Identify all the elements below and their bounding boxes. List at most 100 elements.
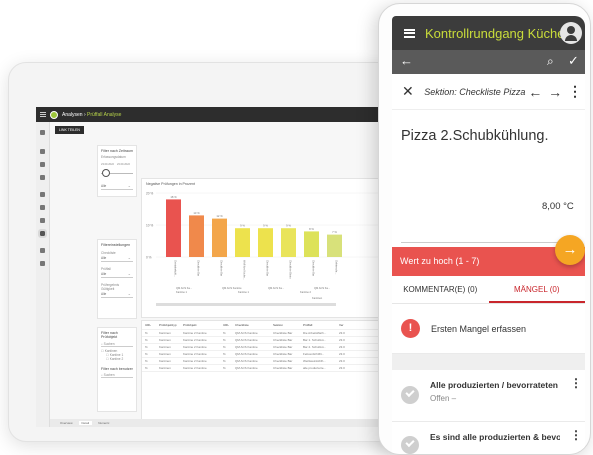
table-cell: % xyxy=(145,366,148,370)
table-cell: QM ACS Kantine xyxy=(235,359,258,363)
table-cell: Die Arbeitsfläch... xyxy=(303,331,327,335)
chart-panel: Negative Prüfungen in Prozent 20 % 10 % 0 … xyxy=(141,178,407,318)
phone-title: Kontrollrundgang Küche xyxy=(425,25,565,41)
date-to[interactable]: 23.09.2022 xyxy=(117,163,130,166)
table-cell: Kantinen xyxy=(159,352,171,356)
date-from[interactable]: 23.09.2022 xyxy=(101,163,114,166)
filter-time-title: Filter nach Zeitraum xyxy=(101,149,133,153)
tab-comments[interactable]: KOMMENTAR(E) (0) xyxy=(392,276,489,303)
search-icon[interactable]: ⌕ xyxy=(547,54,554,68)
table-cell: Kantine 2 Kantine xyxy=(183,345,207,349)
table-row[interactable]: % Kantinen Kantine 2 Kantine% QM ACS Kantin… xyxy=(142,351,407,358)
previous-icon[interactable]: ← xyxy=(525,84,545,100)
value-input-underline[interactable] xyxy=(401,227,578,243)
results-table: URL Prüfobjekttyp Prüfobjekt URL Checkliste S… xyxy=(141,320,407,420)
measured-value[interactable]: 8,00 °C xyxy=(542,201,574,212)
tree-child-2[interactable]: ☐ Kantine 2 xyxy=(101,357,133,361)
tab-overview[interactable]: Overview xyxy=(60,421,73,425)
table-cell: Kantinen xyxy=(159,345,171,349)
check-circle-icon xyxy=(401,386,419,404)
sidebar-icon-checklists[interactable] xyxy=(40,205,45,210)
y-tick-label: 0 % xyxy=(146,256,152,260)
table-cell: % xyxy=(223,345,226,349)
table-cell: Bar 1. Schubkü... xyxy=(303,338,327,342)
next-fab-button[interactable]: → xyxy=(555,235,585,265)
chart-bar xyxy=(166,199,181,257)
table-row[interactable]: % Kantinen Kantine 2 Kantine% QM ACS Kantin… xyxy=(142,365,407,372)
time-select[interactable]: Alle xyxy=(101,182,133,190)
add-defect-row[interactable]: ! Ersten Mangel erfassen xyxy=(392,304,585,354)
table-row[interactable]: % Kantinen Kantine 2 Kantine% QM ACS Kantin… xyxy=(142,358,407,365)
more-vert-icon[interactable]: ⋮ xyxy=(570,376,582,390)
filter-object-title: Filter nach Prüfobjekt xyxy=(101,331,118,339)
tab-numeric[interactable]: Numeric xyxy=(98,421,109,425)
phone-screen: Kontrollrundgang Küche ← ⌕ ✓ ✕ Sektion: … xyxy=(392,16,585,454)
filter-settings-panel: Filtereinstellungen Checkliste Alle Prüf… xyxy=(97,239,137,319)
list-item-title: Es sind alle produzierten & bevorra... xyxy=(430,432,560,442)
table-row[interactable]: % Kantinen Kantine 2 Kantine% QM ACS Kantin… xyxy=(142,344,407,351)
table-cell: Bar 2. Schubkü... xyxy=(303,345,327,349)
phone-action-bar: ← ⌕ ✓ xyxy=(392,50,585,74)
sidebar-icon-analysis[interactable] xyxy=(38,229,47,238)
checklist-select[interactable]: Alle xyxy=(101,254,133,262)
bar-value-label: 12 % xyxy=(216,214,223,218)
x-tick-label: Checkliste Bar xyxy=(220,260,223,276)
y-tick-label: 20 % xyxy=(146,192,153,196)
table-cell: Weißweinkühlh... xyxy=(303,359,326,363)
sidebar-icon-home[interactable] xyxy=(40,130,45,135)
table-cell: 23.0 xyxy=(339,345,345,349)
bar-value-label: 13 % xyxy=(193,211,200,215)
user-search[interactable]: ⌕ Suchen xyxy=(101,373,133,378)
more-vert-icon[interactable]: ⋮ xyxy=(565,83,585,100)
x-tick-label: Gefrierschr... xyxy=(335,260,338,275)
tab-defects[interactable]: MÄNGEL (0) xyxy=(488,276,585,303)
menu-icon[interactable] xyxy=(40,112,46,117)
object-search[interactable]: ⌕ Suchen xyxy=(101,342,133,347)
sidebar-icon-objects[interactable] xyxy=(40,192,45,197)
breadcrumb-root[interactable]: Analysen xyxy=(62,112,83,118)
table-cell: Fettverdichtfilt... xyxy=(303,352,325,356)
filter-object-panel: Filter nach Prüfobjekt ⌕ Suchen ☐ Kantin… xyxy=(97,327,137,412)
filter-time-panel: Filter nach Zeitraum Erfassungsdatum 23.… xyxy=(97,145,137,197)
list-item[interactable]: Es sind alle produzierten & bevorra... ⋮ xyxy=(392,426,585,454)
column-header: Ver xyxy=(339,323,344,327)
filter-time-label: Erfassungsdatum xyxy=(101,155,126,159)
x-tick-label: Getränkekühl... xyxy=(174,260,177,277)
sidebar-icon-reports[interactable] xyxy=(40,248,45,253)
avatar[interactable] xyxy=(560,22,582,44)
chart-bar xyxy=(212,218,227,257)
next-icon[interactable]: → xyxy=(545,84,565,100)
pruefall-select[interactable]: Alle xyxy=(101,270,133,278)
table-cell: Kantinen xyxy=(159,338,171,342)
table-cell: Kantinen xyxy=(159,366,171,370)
share-link-button[interactable]: LINK TEILEN xyxy=(55,126,84,134)
table-cell: Checkliste Bar xyxy=(273,338,293,342)
list-divider xyxy=(392,421,585,422)
list-item-title: Alle produzierten / bevorrateten L... xyxy=(430,380,560,390)
list-item[interactable]: Alle produzierten / bevorrateten L... Of… xyxy=(392,374,585,414)
table-cell: 23.0 xyxy=(339,352,345,356)
sidebar-icon-download[interactable] xyxy=(40,218,45,223)
tab-detail[interactable]: Detail xyxy=(78,421,93,425)
column-header: Prüfobjekttyp xyxy=(159,323,177,327)
object-search-text: Suchen xyxy=(103,342,115,346)
date-slider[interactable] xyxy=(101,169,133,177)
table-row[interactable]: % Kantinen Kantine 2 Kantine% QM ACS Kantin… xyxy=(142,330,407,337)
menu-icon[interactable] xyxy=(404,28,415,38)
sidebar-icon-calendar[interactable] xyxy=(40,175,45,180)
table-row[interactable]: % Kantinen Kantine 2 Kantine% QM ACS Kantin… xyxy=(142,337,407,344)
table-cell: % xyxy=(145,352,148,356)
more-vert-icon[interactable]: ⋮ xyxy=(570,428,582,442)
sidebar-icon-dashboard[interactable] xyxy=(40,149,45,154)
table-cell: Checkliste Bar xyxy=(273,352,293,356)
close-icon[interactable]: ✕ xyxy=(402,83,418,100)
table-cell: Checkliste Bar xyxy=(273,331,293,335)
sidebar-icon-settings[interactable] xyxy=(40,261,45,266)
sidebar-icon-tasks[interactable] xyxy=(40,162,45,167)
back-arrow-icon[interactable]: ← xyxy=(400,54,413,68)
chart-bar xyxy=(281,228,296,257)
validity-select[interactable]: Alle xyxy=(101,290,133,298)
breadcrumb-current: Prüffall Analyse xyxy=(87,111,122,118)
check-icon[interactable]: ✓ xyxy=(568,54,579,68)
y-tick-label: 10 % xyxy=(146,224,153,228)
